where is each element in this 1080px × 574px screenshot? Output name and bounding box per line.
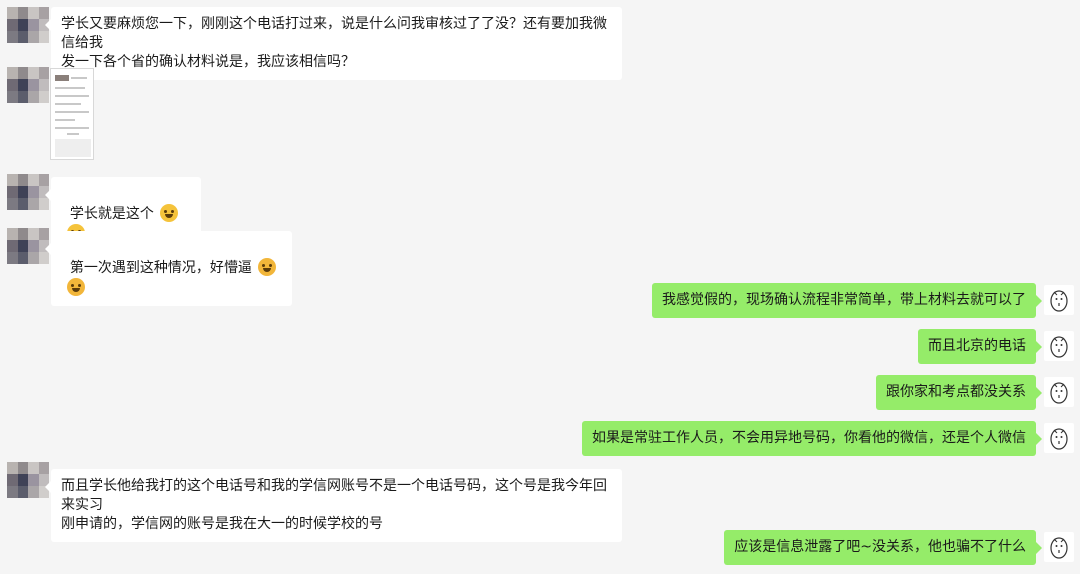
cartoon-avatar-icon xyxy=(1050,290,1068,312)
message-bubble-outgoing[interactable]: 跟你家和考点都没关系 xyxy=(876,375,1042,410)
contact-avatar[interactable] xyxy=(7,67,49,103)
laugh-cry-emoji xyxy=(159,204,178,222)
facepalm-emoji xyxy=(67,278,85,296)
message-text: 学长就是这个 xyxy=(69,206,154,222)
contact-avatar[interactable] xyxy=(7,228,49,264)
message-bubble-outgoing[interactable]: 应该是信息泄露了吧~没关系，他也骗不了什么 xyxy=(724,530,1042,565)
cartoon-avatar-icon xyxy=(1050,336,1068,358)
message-bubble-incoming[interactable]: 学长又要麻烦您一下，刚刚这个电话打过来，说是什么问我审核过了了没？还有要加我微信… xyxy=(45,7,622,80)
self-avatar[interactable] xyxy=(1044,377,1074,407)
self-avatar[interactable] xyxy=(1044,532,1074,562)
message-text: 第一次遇到这种情况，好懵逼 xyxy=(69,260,252,276)
message-bubble-outgoing[interactable]: 我感觉假的，现场确认流程非常简单，带上材料去就可以了 xyxy=(652,283,1042,318)
cartoon-avatar-icon xyxy=(1050,428,1068,450)
message-bubble-outgoing[interactable]: 而且北京的电话 xyxy=(918,329,1042,364)
cartoon-avatar-icon xyxy=(1050,382,1068,404)
message-bubble-outgoing[interactable]: 如果是常驻工作人员，不会用异地号码，你看他的微信，还是个人微信 xyxy=(582,421,1042,456)
message-bubble-incoming[interactable]: 第一次遇到这种情况，好懵逼 xyxy=(45,231,292,306)
self-avatar[interactable] xyxy=(1044,285,1074,315)
cartoon-avatar-icon xyxy=(1050,537,1068,559)
message-bubble-incoming[interactable]: 而且学长他给我打的这个电话号和我的学信网账号不是一个电话号码，这个号是我今年回来… xyxy=(45,469,622,542)
contact-avatar[interactable] xyxy=(7,462,49,498)
contact-avatar[interactable] xyxy=(7,7,49,43)
self-avatar[interactable] xyxy=(1044,423,1074,453)
facepalm-emoji xyxy=(257,258,276,276)
contact-avatar[interactable] xyxy=(7,174,49,210)
self-avatar[interactable] xyxy=(1044,331,1074,361)
image-message-thumbnail[interactable] xyxy=(50,68,94,160)
